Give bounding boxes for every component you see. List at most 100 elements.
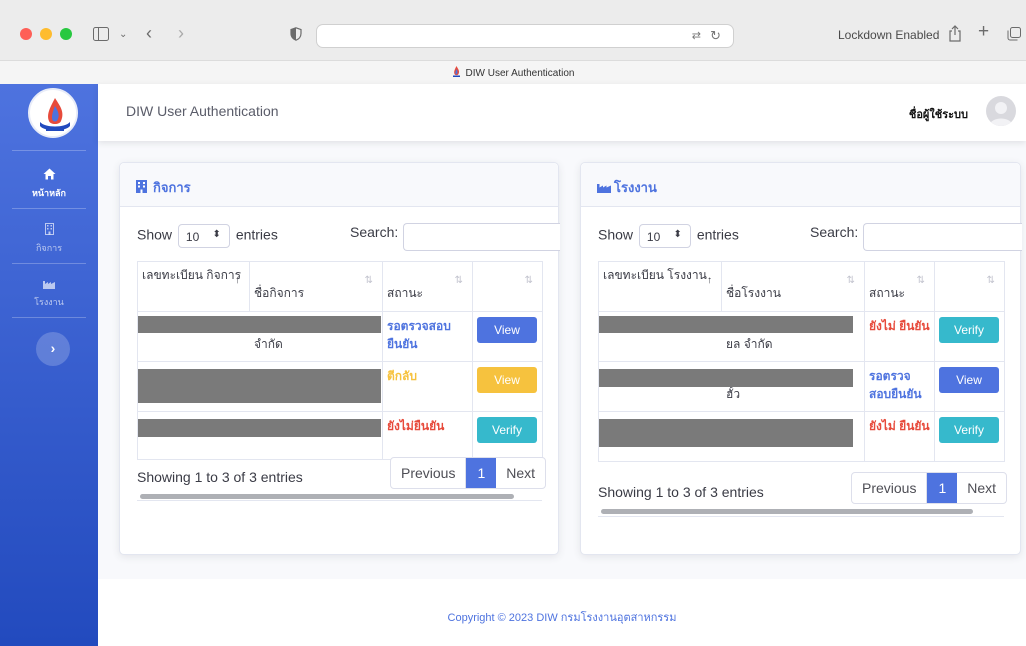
page-title: DIW User Authentication — [126, 103, 279, 119]
sort-icon: ⇅ — [454, 275, 463, 286]
reload-icon[interactable]: ↻ — [710, 28, 721, 44]
column-header-registration[interactable]: เลขทะเบียน กิจการ ↑ — [137, 261, 250, 312]
search-label: Search: — [350, 224, 399, 240]
status-text: ตีกลับ — [387, 369, 418, 383]
horizontal-scrollbar[interactable] — [140, 494, 514, 499]
table-info: Showing 1 to 3 of 3 entries — [137, 469, 303, 485]
column-header-action[interactable]: ⇅ — [934, 261, 1005, 312]
diw-favicon-icon — [452, 66, 461, 77]
sidebar-collapse-button[interactable]: › — [36, 332, 70, 366]
page-1-button[interactable]: 1 — [466, 458, 497, 488]
sidebar-toggle-icon[interactable] — [93, 27, 109, 45]
sort-icon: ⇅ — [986, 275, 995, 286]
factory-card-title: โรงงาน — [614, 180, 657, 195]
search-input[interactable] — [863, 223, 1022, 251]
entries-label: entries — [235, 226, 278, 243]
sidebar-item-label: โรงงาน — [34, 297, 64, 307]
sidebar-item-business[interactable]: กิจการ — [0, 223, 98, 255]
entries-select[interactable]: 10 ⬍ — [177, 224, 230, 248]
sidebar-item-label: หน้าหลัก — [31, 188, 67, 198]
sidebar-item-home[interactable]: หน้าหลัก — [0, 168, 98, 200]
sort-icon: ⇅ — [916, 275, 925, 286]
status-cell: รอตรวจ สอบยืนยัน — [864, 361, 935, 412]
sort-icon: ⇅ — [524, 275, 533, 286]
pagination: Previous 1 Next — [851, 472, 1008, 504]
sidebar-divider — [12, 150, 86, 151]
column-header-status[interactable]: สถานะ ⇅ — [864, 261, 935, 312]
page-1-button[interactable]: 1 — [927, 473, 958, 503]
previous-page-button[interactable]: Previous — [391, 458, 467, 488]
scroll-track — [598, 516, 1004, 517]
action-cell: View — [472, 361, 543, 412]
new-tab-icon[interactable]: + — [978, 22, 989, 41]
entries-length: Show 10 ⬍ entries — [137, 224, 278, 248]
business-card-title: กิจการ — [153, 180, 191, 195]
main-content: DIW User Authentication ชื่อผู้ใช้ระบบ ก… — [98, 84, 1026, 646]
active-tab[interactable]: DIW User Authentication — [0, 66, 1026, 79]
industry-icon — [597, 181, 611, 193]
show-label: Show — [137, 226, 173, 243]
table-row: ยังไม่ ยืนยัน Verify — [598, 411, 1005, 462]
redacted-block — [138, 419, 381, 437]
status-cell: ยังไม่ ยืนยัน — [864, 411, 935, 462]
table-row: ฮั้ว รอตรวจ สอบยืนยัน View — [598, 361, 1005, 412]
industry-icon — [0, 277, 98, 291]
entries-select[interactable]: 10 ⬍ — [638, 224, 691, 248]
view-button[interactable]: View — [939, 367, 999, 393]
minimize-window-button[interactable] — [40, 28, 52, 40]
topbar: DIW User Authentication ชื่อผู้ใช้ระบบ — [98, 84, 1026, 141]
zoom-window-button[interactable] — [60, 28, 72, 40]
copyright: Copyright © 2023 DIW กรมโรงงานอุตสาหกรรม — [447, 612, 677, 624]
share-icon[interactable] — [948, 25, 962, 46]
view-button[interactable]: View — [477, 317, 537, 343]
translate-icon[interactable]: ⇄ — [692, 29, 701, 42]
status-text: รอตรวจ สอบยืนยัน — [869, 369, 922, 401]
action-cell: Verify — [934, 311, 1005, 362]
column-header-status[interactable]: สถานะ ⇅ — [382, 261, 473, 312]
next-page-button[interactable]: Next — [496, 458, 545, 488]
verify-button[interactable]: Verify — [939, 317, 999, 343]
verify-button[interactable]: Verify — [477, 417, 537, 443]
column-header-name[interactable]: ชื่อโรงงาน ⇅ — [721, 261, 865, 312]
forward-icon[interactable]: › — [178, 24, 184, 42]
sort-icon: ⇅ — [846, 275, 855, 286]
horizontal-scrollbar[interactable] — [601, 509, 973, 514]
column-header-action[interactable]: ⇅ — [472, 261, 543, 312]
redacted-block — [138, 369, 381, 403]
redacted-block — [599, 369, 853, 387]
back-icon[interactable]: ‹ — [146, 24, 152, 42]
scroll-track — [137, 500, 542, 501]
sidebar-divider — [12, 317, 86, 318]
diw-logo[interactable] — [28, 88, 78, 138]
column-header-registration[interactable]: เลขทะเบียน โรงงาน ↑ — [598, 261, 722, 312]
business-name-cell — [137, 411, 383, 460]
chevron-down-icon[interactable]: ⌄ — [119, 27, 127, 43]
username-label[interactable]: ชื่อผู้ใช้ระบบ — [909, 105, 968, 123]
previous-page-button[interactable]: Previous — [852, 473, 928, 503]
verify-button[interactable]: Verify — [939, 417, 999, 443]
building-icon — [136, 180, 149, 193]
sidebar-item-factory[interactable]: โรงงาน — [0, 277, 98, 309]
home-icon — [0, 168, 98, 182]
shield-icon[interactable] — [290, 27, 302, 45]
close-window-button[interactable] — [20, 28, 32, 40]
business-card: กิจการ Show 10 ⬍ entries Search: เลขทะเบี… — [119, 162, 560, 555]
entries-label: entries — [696, 226, 739, 243]
footer: Copyright © 2023 DIW กรมโรงงานอุตสาหกรรม — [98, 579, 1026, 646]
column-header-name[interactable]: ชื่อกิจการ ⇅ — [249, 261, 383, 312]
next-page-button[interactable]: Next — [957, 473, 1006, 503]
chevron-right-icon: › — [50, 340, 56, 356]
show-label: Show — [598, 226, 634, 243]
tab-overview-icon[interactable] — [1007, 27, 1021, 45]
action-cell: Verify — [472, 411, 543, 460]
search-input[interactable] — [403, 223, 560, 251]
redacted-block — [599, 419, 853, 447]
business-table: เลขทะเบียน กิจการ ↑ ชื่อกิจการ ⇅ สถานะ ⇅ ⇅ … — [137, 261, 543, 460]
status-cell: รอตรวจสอบ ยืนยัน — [382, 311, 473, 362]
entries-length: Show 10 ⬍ entries — [598, 224, 739, 248]
address-bar[interactable]: ⇄ ↻ — [316, 24, 734, 48]
avatar[interactable] — [986, 96, 1016, 126]
building-icon — [0, 223, 98, 237]
view-button[interactable]: View — [477, 367, 537, 393]
business-name-cell — [137, 361, 383, 412]
